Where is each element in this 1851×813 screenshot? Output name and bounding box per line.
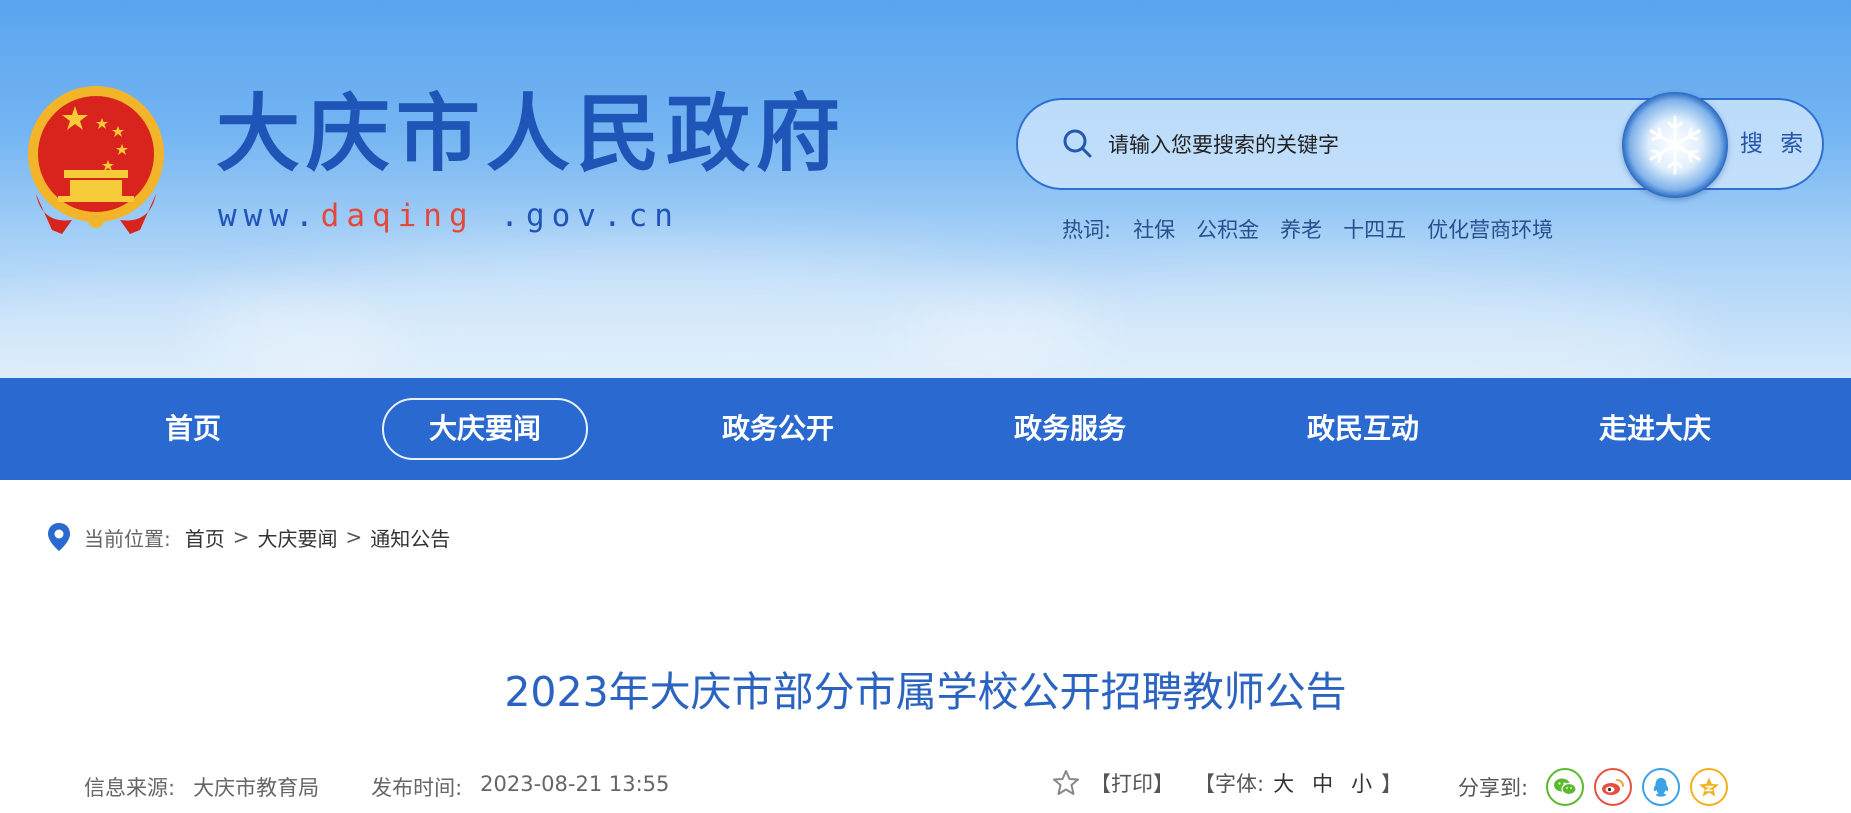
nav-item-interaction[interactable]: 政民互动 — [1260, 398, 1466, 460]
share-label: 分享到: — [1458, 776, 1529, 800]
source-label: 信息来源: — [84, 776, 176, 800]
breadcrumb-label: 当前位置: — [84, 526, 171, 551]
nav-item-daqing-news[interactable]: 大庆要闻 — [382, 398, 588, 460]
hot-word-link[interactable]: 优化营商环境 — [1427, 214, 1553, 244]
nav-item-government-affairs[interactable]: 政务公开 — [675, 398, 881, 460]
wechat-share-icon[interactable] — [1546, 768, 1585, 806]
search-icon — [1063, 129, 1092, 158]
hot-words-label: 热词: — [1062, 218, 1112, 242]
favorite-star-icon[interactable] — [1052, 769, 1080, 797]
site-url-suffix: .gov.cn — [474, 198, 680, 234]
font-size-medium[interactable]: 中 — [1312, 768, 1333, 798]
nav-item-about-daqing[interactable]: 走进大庆 — [1552, 398, 1758, 460]
share-bar: 分享到: — [1458, 768, 1738, 806]
font-size-large[interactable]: 大 — [1273, 768, 1294, 798]
hot-word-link[interactable]: 十四五 — [1343, 214, 1406, 244]
main-nav: 首页 大庆要闻 政务公开 政务服务 政民互动 走进大庆 — [0, 378, 1851, 480]
search-box: 搜 索 — [1016, 92, 1824, 198]
location-pin-icon — [48, 523, 70, 551]
source-value: 大庆市教育局 — [193, 776, 320, 800]
article-meta: 信息来源: 大庆市教育局 发布时间: 2023-08-21 13:55 — [84, 772, 721, 802]
weibo-glyph — [1602, 779, 1625, 795]
qq-share-icon[interactable] — [1642, 768, 1681, 806]
breadcrumb-link-news[interactable]: 大庆要闻 — [258, 523, 338, 552]
site-title: 大庆市人民政府 — [216, 85, 847, 183]
nav-item-government-services[interactable]: 政务服务 — [967, 398, 1173, 460]
qzone-share-icon[interactable] — [1690, 768, 1729, 806]
publish-time-label: 发布时间: — [371, 776, 463, 800]
nav-item-home[interactable]: 首页 — [90, 398, 296, 460]
font-size-label: 【字体: — [1194, 772, 1265, 796]
breadcrumb-link-home[interactable]: 首页 — [185, 523, 225, 552]
snowflake-icon — [1622, 92, 1728, 198]
breadcrumb-separator: > — [345, 525, 363, 549]
breadcrumb-link-notices[interactable]: 通知公告 — [370, 523, 450, 552]
hot-words: 热词: 社保 公积金 养老 十四五 优化营商环境 — [1062, 214, 1574, 244]
font-size-close: 】 — [1381, 772, 1403, 796]
publish-time-value: 2023-08-21 13:55 — [480, 772, 670, 796]
site-url-prefix: www. — [218, 198, 321, 234]
article-title: 2023年大庆市部分市属学校公开招聘教师公告 — [504, 668, 1347, 716]
hot-word-link[interactable]: 养老 — [1280, 214, 1322, 244]
article-tools: 【打印】 【字体: 大 中 小 】 — [1052, 768, 1402, 798]
hot-word-link[interactable]: 公积金 — [1196, 214, 1259, 244]
hot-word-link[interactable]: 社保 — [1133, 214, 1175, 244]
snowflake-glyph — [1649, 115, 1701, 175]
weibo-share-icon[interactable] — [1594, 768, 1633, 806]
search-button[interactable]: 搜 索 — [1740, 122, 1810, 166]
breadcrumb-separator: > — [232, 525, 250, 549]
site-url-accent: daqing — [320, 198, 475, 234]
search-input[interactable] — [1106, 120, 1630, 170]
wechat-glyph — [1554, 778, 1577, 796]
print-button[interactable]: 【打印】 — [1090, 768, 1174, 798]
national-emblem-logo — [28, 86, 164, 234]
site-url: www.daqing .gov.cn — [218, 198, 680, 234]
qzone-glyph — [1699, 777, 1720, 797]
qq-glyph — [1653, 778, 1669, 797]
header-banner: 大庆市人民政府 www.daqing .gov.cn 搜 索 热词: — [0, 0, 1851, 378]
breadcrumb: 当前位置: 首页 > 大庆要闻 > 通知公告 — [46, 522, 450, 552]
font-size-small[interactable]: 小 — [1351, 768, 1372, 798]
